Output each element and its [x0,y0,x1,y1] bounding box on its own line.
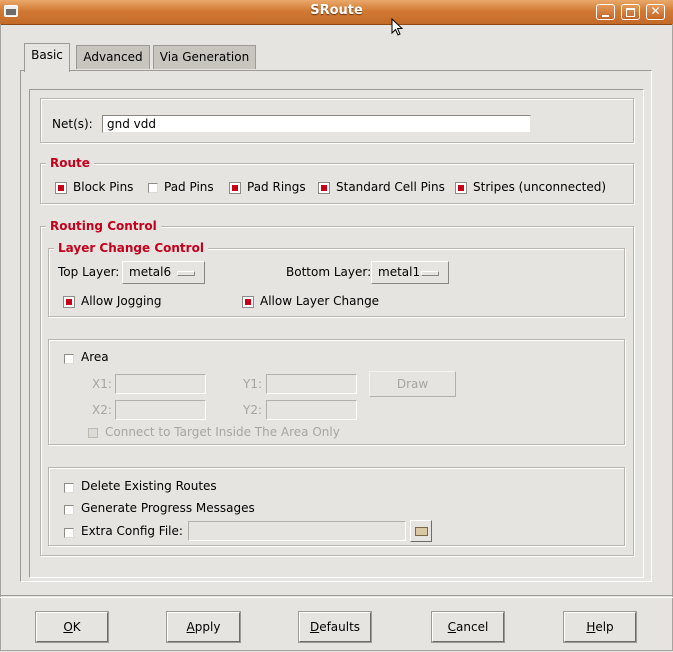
tab-basic-label: Basic [31,48,63,62]
tab-via-generation-label: Via Generation [159,50,250,64]
mouse-cursor-icon [391,18,404,36]
stripes-checkbox[interactable] [455,182,467,194]
pad-rings-label: Pad Rings [247,180,306,194]
pad-pins-checkbox[interactable] [148,183,158,193]
y2-label: Y2: [243,403,263,417]
cancel-label: ancel [456,620,489,634]
tab-via-generation[interactable]: Via Generation [153,45,256,69]
apply-label: pply [194,620,221,634]
top-layer-select[interactable]: metal6 [122,261,205,284]
defaults-label: efaults [319,620,361,634]
allow-jogging-label: Allow Jogging [81,294,162,308]
generate-progress-checkbox[interactable] [64,505,74,515]
separator [0,595,673,598]
y1-input[interactable] [266,374,357,394]
connect-target-label: Connect to Target Inside The Area Only [105,425,340,439]
y2-input[interactable] [266,400,357,420]
allow-layer-change-label: Allow Layer Change [260,294,380,308]
pad-rings-checkbox[interactable] [229,182,241,194]
bottom-layer-label: Bottom Layer: [286,265,372,279]
delete-existing-label: Delete Existing Routes [81,479,217,493]
draw-button[interactable]: Draw [369,371,456,397]
bottom-layer-select[interactable]: metal1 [371,261,449,284]
tab-basic[interactable]: Basic [24,43,70,72]
standard-cell-pins-checkbox[interactable] [318,182,330,194]
x2-label: X2: [92,403,112,417]
draw-button-label: Draw [396,377,429,391]
area-label: Area [81,350,109,364]
layer-change-title: Layer Change Control [54,241,208,255]
top-layer-value: metal6 [129,265,172,279]
dropdown-indicator-icon [421,271,439,276]
close-icon[interactable]: ✕ [646,4,665,20]
delete-existing-checkbox[interactable] [64,483,74,493]
connect-target-checkbox[interactable] [88,428,98,438]
cancel-mnemonic: C [447,620,457,634]
tab-advanced[interactable]: Advanced [76,45,150,69]
allow-jogging-checkbox[interactable] [63,296,75,308]
generate-progress-label: Generate Progress Messages [81,501,255,515]
stripes-label: Stripes (unconnected) [473,180,607,194]
top-layer-label: Top Layer: [58,265,120,279]
bottom-layer-value: metal1 [378,265,421,279]
routing-control-title: Routing Control [46,219,161,233]
block-pins-checkbox[interactable] [55,182,67,194]
window-title: SRoute [310,3,363,18]
help-mnemonic: H [586,620,596,634]
nets-input[interactable]: gnd vdd [102,115,531,133]
ok-mnemonic: O [63,620,73,634]
x1-input[interactable] [115,374,206,394]
pad-pins-label: Pad Pins [164,180,214,194]
extra-config-label: Extra Config File: [81,524,183,538]
ok-button[interactable]: OK [35,611,109,643]
allow-layer-change-checkbox[interactable] [242,296,254,308]
dropdown-indicator-icon [177,271,195,276]
ok-label: K [72,620,81,634]
help-button[interactable]: Help [563,611,637,643]
x2-input[interactable] [115,400,206,420]
y1-label: Y1: [243,377,263,391]
area-checkbox[interactable] [64,354,74,364]
minimize-icon[interactable] [596,4,615,20]
folder-open-icon[interactable] [410,520,432,542]
tab-advanced-label: Advanced [83,50,143,64]
cancel-button[interactable]: Cancel [431,611,505,643]
standard-cell-pins-label: Standard Cell Pins [336,180,445,194]
defaults-mnemonic: D [309,620,320,634]
extra-config-input[interactable] [188,521,406,541]
nets-label: Net(s): [52,117,93,131]
help-label: elp [595,620,614,634]
block-pins-label: Block Pins [73,180,134,194]
apply-button[interactable]: Apply [166,611,241,643]
x1-label: X1: [92,377,112,391]
route-title: Route [46,156,94,170]
defaults-button[interactable]: Defaults [298,611,372,643]
maximize-icon[interactable] [621,4,640,20]
apply-mnemonic: A [186,620,195,634]
extra-config-checkbox[interactable] [64,528,74,538]
